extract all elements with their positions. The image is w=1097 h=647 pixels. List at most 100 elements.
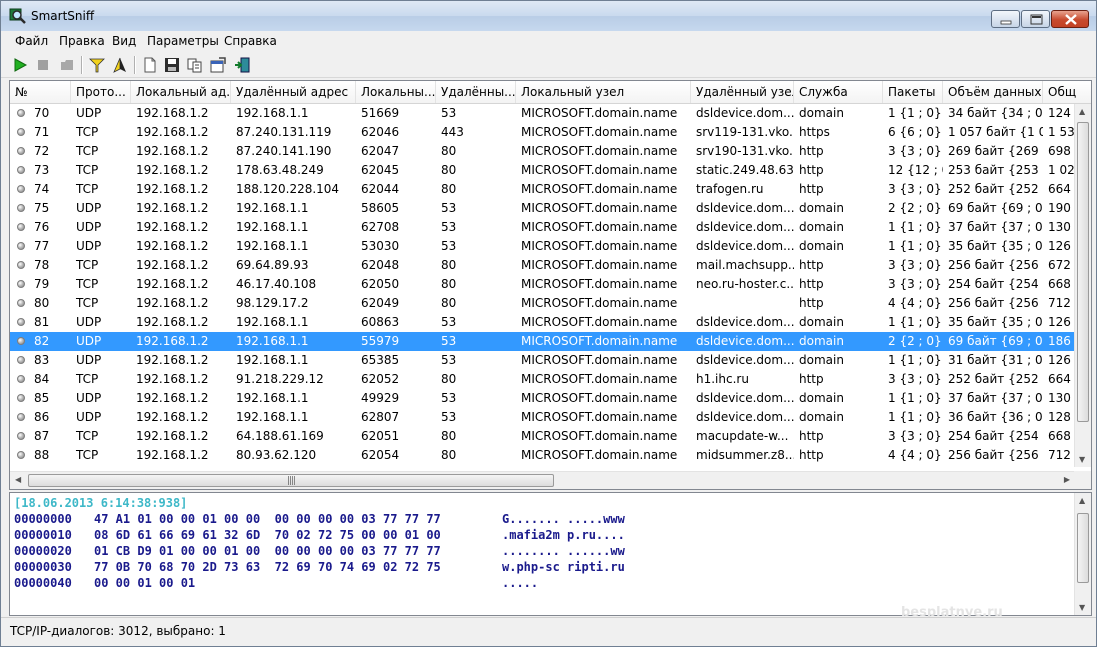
table-row[interactable]: 73 TCP 192.168.1.2 178.63.48.249 62045 80 MICR… [10,161,1074,180]
header-col-remote-port[interactable]: Удалённы... [436,81,516,103]
menu-edit[interactable]: Правка [59,34,105,48]
col-data-size-cell: 37 байт {37 ; 0} [948,391,1043,405]
col-remote-address-cell: 46.17.40.108 [236,277,317,291]
table-row[interactable]: 72 TCP 192.168.1.2 87.240.141.190 62047 80 MIC… [10,142,1074,161]
connections-list[interactable]: № Прото... Локальный ад... Удалённый адрес Л… [9,80,1092,490]
col-packets-cell: 1 {1 ; 0} [888,315,942,329]
scroll-up-icon[interactable]: ▲ [1079,496,1085,505]
col-protocol-cell: UDP [76,334,102,348]
table-row[interactable]: 88 TCP 192.168.1.2 80.93.62.120 62054 80 MICRO… [10,446,1074,465]
list-vertical-scrollbar[interactable]: ▲ ▼ [1074,104,1091,467]
col-local-address-cell: 192.168.1.2 [136,125,209,139]
start-capture-icon[interactable] [11,56,29,74]
list-header: № Прото... Локальный ад... Удалённый адрес Л… [10,81,1091,104]
col-packets-cell: 3 {3 ; 0} [888,429,942,443]
header-col-remote-address[interactable]: Удалённый адрес [231,81,356,103]
hex-vertical-scrollbar[interactable]: ▲ ▼ [1074,493,1091,615]
scroll-down-icon[interactable]: ▼ [1079,603,1085,612]
col-protocol-cell: UDP [76,353,102,367]
col-service-cell: http [799,144,824,158]
header-col-local-address[interactable]: Локальный ад... [131,81,231,103]
scroll-down-icon[interactable]: ▼ [1079,455,1085,464]
maximize-button[interactable] [1021,10,1050,28]
header-col-packets[interactable]: Пакеты [883,81,943,103]
header-col-service[interactable]: Служба [794,81,883,103]
table-row[interactable]: 80 TCP 192.168.1.2 98.129.17.2 62049 80 MICROS… [10,294,1074,313]
copy-icon[interactable] [186,56,204,74]
table-row[interactable]: 76 UDP 192.168.1.2 192.168.1.1 62708 53 MICROS… [10,218,1074,237]
header-col-number[interactable]: № [10,81,71,103]
new-document-icon[interactable] [141,56,159,74]
col-remote-port-cell: 80 [441,182,457,196]
table-row[interactable]: 77 UDP 192.168.1.2 192.168.1.1 53030 53 MICROS… [10,237,1074,256]
scroll-right-icon[interactable]: ▶ [1064,475,1070,484]
col-local-address-cell: 192.168.1.2 [136,372,209,386]
stop-capture-icon[interactable] [34,56,52,74]
col-service-cell: domain [799,220,844,234]
connection-status-icon [17,223,25,231]
col-number-cell: 70 [34,106,50,120]
col-local-host-cell: MICROSOFT.domain.name [521,353,678,367]
exit-icon[interactable] [233,56,251,74]
minimize-button[interactable] [991,10,1020,28]
col-data-size-cell: 256 байт {256 ;... [948,258,1043,272]
table-row[interactable]: 83 UDP 192.168.1.2 192.168.1.1 65385 53 MICROS… [10,351,1074,370]
col-number-cell: 79 [34,277,50,291]
filter-icon[interactable] [88,56,106,74]
col-service-cell: http [799,277,824,291]
hex-scroll-thumb[interactable] [1077,513,1089,583]
horizontal-scroll-thumb[interactable]: |||| [28,474,554,487]
title-bar[interactable]: SmartSniff [1,1,1096,31]
table-row[interactable]: 85 UDP 192.168.1.2 192.168.1.1 49929 53 MICROS… [10,389,1074,408]
col-local-address-cell: 192.168.1.2 [136,277,209,291]
scroll-left-icon[interactable]: ◀ [15,475,21,484]
col-remote-port-cell: 80 [441,144,457,158]
header-col-protocol[interactable]: Прото... [71,81,131,103]
col-data-size-cell: 35 байт {35 ; 0} [948,315,1043,329]
table-row[interactable]: 71 TCP 192.168.1.2 87.240.131.119 62046 443 MI… [10,123,1074,142]
header-col-remote-host[interactable]: Удалённый узел [691,81,794,103]
table-row[interactable]: 86 UDP 192.168.1.2 192.168.1.1 62807 53 MICROS… [10,408,1074,427]
col-local-address-cell: 192.168.1.2 [136,144,209,158]
display-filter-icon[interactable] [111,56,129,74]
table-row[interactable]: 81 UDP 192.168.1.2 192.168.1.1 60863 53 MICROS… [10,313,1074,332]
col-protocol-cell: TCP [76,258,99,272]
col-remote-address-cell: 192.168.1.1 [236,239,309,253]
menu-options[interactable]: Параметры [147,34,219,48]
table-row[interactable]: 70 UDP 192.168.1.2 192.168.1.1 51669 53 MICROS… [10,104,1074,123]
table-row[interactable]: 79 TCP 192.168.1.2 46.17.40.108 62050 80 MICRO… [10,275,1074,294]
clear-icon[interactable] [58,56,76,74]
hex-dump-pane[interactable]: [18.06.2013 6:14:38:938] 00000000 47 A1 0… [9,492,1092,616]
col-remote-address-cell: 87.240.131.119 [236,125,332,139]
list-horizontal-scrollbar[interactable]: ◀ |||| ▶ [10,471,1074,489]
menu-file[interactable]: Файл [15,34,48,48]
close-button[interactable] [1051,10,1089,28]
table-row[interactable]: 84 TCP 192.168.1.2 91.218.229.12 62052 80 MICR… [10,370,1074,389]
col-local-host-cell: MICROSOFT.domain.name [521,315,678,329]
col-remote-host-cell: dsldevice.dom... [696,220,794,234]
col-protocol-cell: TCP [76,163,99,177]
properties-icon[interactable] [209,56,227,74]
scroll-up-icon[interactable]: ▲ [1079,107,1085,116]
table-row[interactable]: 87 TCP 192.168.1.2 64.188.61.169 62051 80 MICR… [10,427,1074,446]
col-local-address-cell: 192.168.1.2 [136,163,209,177]
col-local-port-cell: 53030 [361,239,400,253]
col-data-size-cell: 69 байт {69 ; 0} [948,201,1043,215]
hex-ascii: w.php-sc ripti.ru [502,560,625,574]
hex-line: 00000000 47 A1 01 00 00 01 00 00 00 00 00… [14,511,625,527]
header-col-local-port[interactable]: Локальны... [356,81,436,103]
col-data-size-cell: 36 байт {36 ; 0} [948,410,1043,424]
vertical-scroll-thumb[interactable] [1077,122,1089,422]
header-col-total[interactable]: Общ [1043,81,1091,103]
save-icon[interactable] [163,56,181,74]
col-local-host-cell: MICROSOFT.domain.name [521,448,678,462]
header-col-data-size[interactable]: Объём данных [943,81,1043,103]
table-row[interactable]: 75 UDP 192.168.1.2 192.168.1.1 58605 53 MICROS… [10,199,1074,218]
table-row[interactable]: 74 TCP 192.168.1.2 188.120.228.104 62044 80 MI… [10,180,1074,199]
table-row[interactable]: 78 TCP 192.168.1.2 69.64.89.93 62048 80 MICROS… [10,256,1074,275]
menu-view[interactable]: Вид [112,34,136,48]
col-remote-port-cell: 53 [441,334,457,348]
menu-help[interactable]: Справка [224,34,277,48]
header-col-local-host[interactable]: Локальный узел [516,81,691,103]
table-row[interactable]: 82 UDP 192.168.1.2 192.168.1.1 55979 53 MICROS… [10,332,1074,351]
